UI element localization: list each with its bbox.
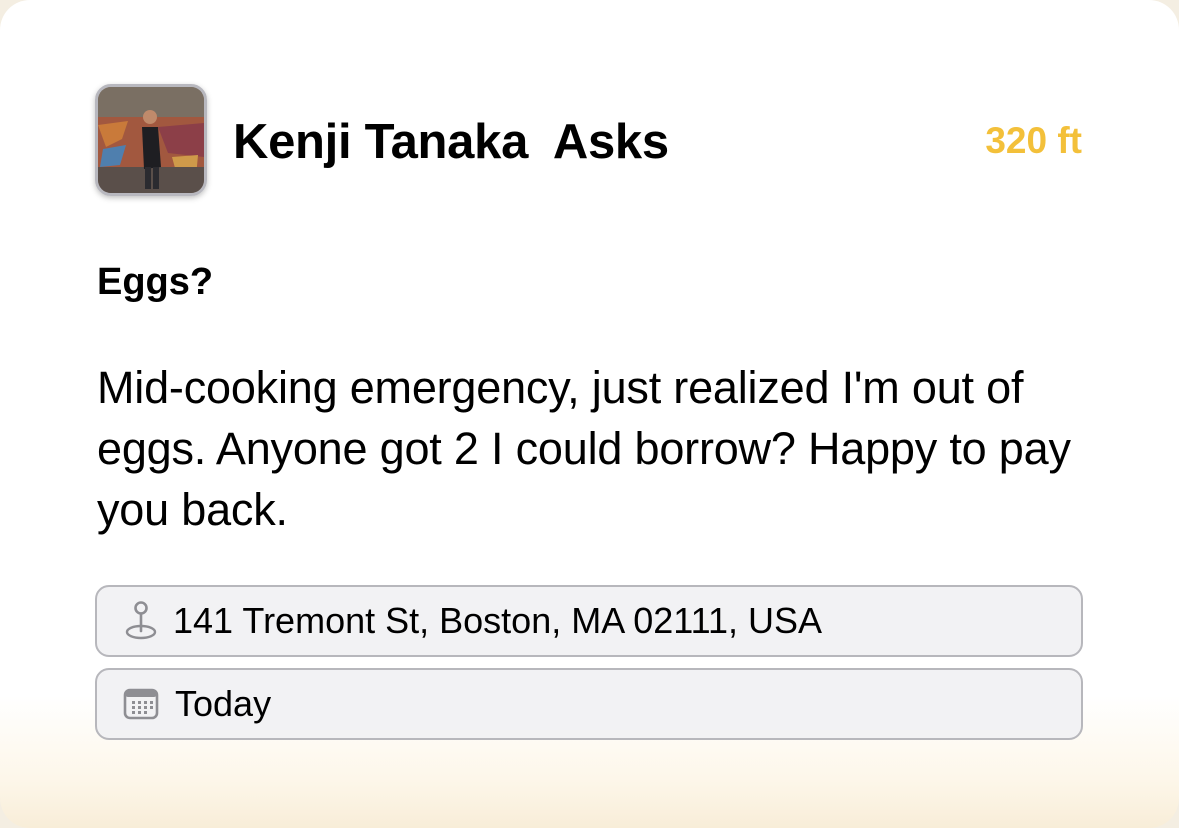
requester-heading: Kenji Tanaka Asks	[233, 112, 669, 172]
avatar[interactable]	[95, 84, 207, 196]
request-description: Mid-cooking emergency, just realized I'm…	[97, 362, 1071, 535]
distance-label: 320 ft	[985, 120, 1082, 161]
calendar-icon	[123, 684, 159, 724]
location-pin-icon	[123, 601, 159, 641]
request-card[interactable]: Kenji Tanaka Asks 320 ft Eggs? Mid-cooki…	[0, 0, 1179, 828]
location-field[interactable]: 141 Tremont St, Boston, MA 02111, USA	[95, 585, 1083, 657]
location-text: 141 Tremont St, Boston, MA 02111, USA	[173, 600, 823, 641]
date-field[interactable]: Today	[95, 668, 1083, 740]
request-title: Eggs?	[97, 261, 214, 303]
request-verb: Asks	[552, 115, 669, 169]
requester-name[interactable]: Kenji Tanaka	[233, 115, 528, 169]
date-text: Today	[175, 683, 272, 724]
